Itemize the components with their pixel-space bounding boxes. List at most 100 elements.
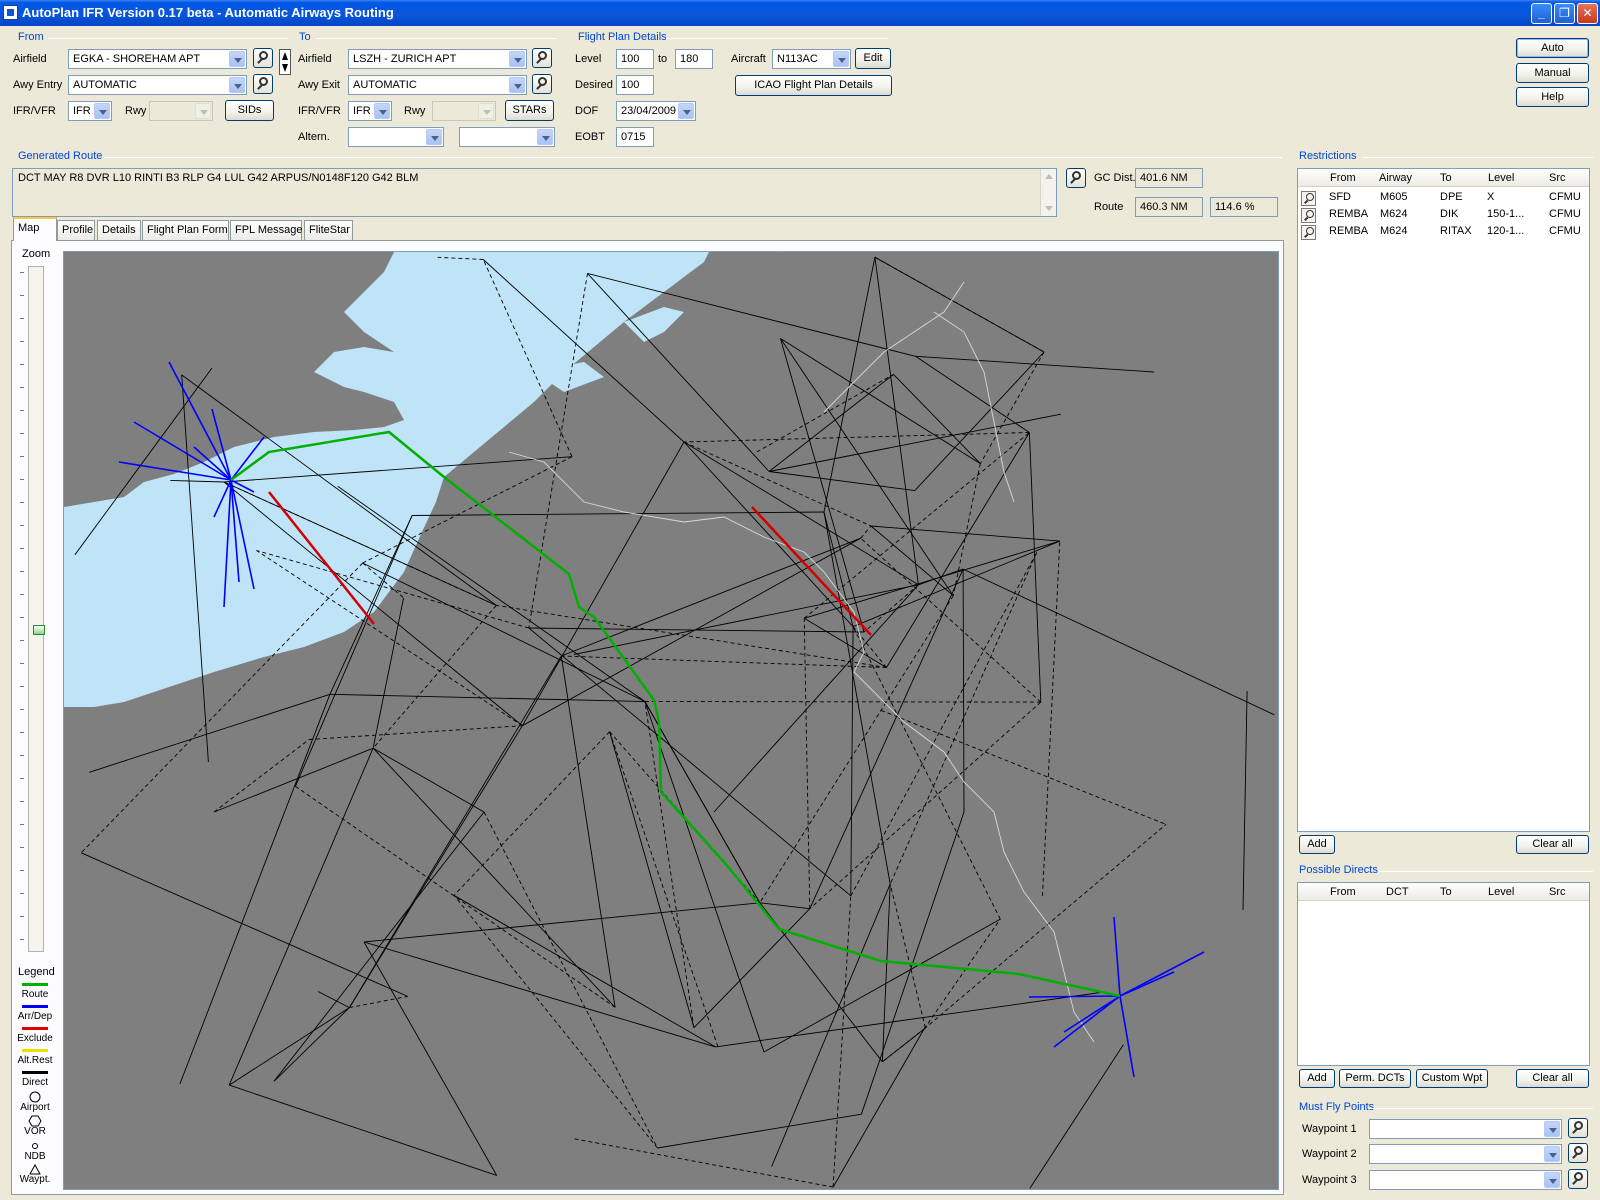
manual-button[interactable]: Manual [1516, 63, 1589, 83]
chevron-down-icon[interactable] [1544, 1172, 1560, 1188]
zoom-tick [20, 548, 24, 549]
table-row[interactable]: REMBA M624 RITAX 120-1... CFMU [1298, 223, 1589, 240]
restrictions-list[interactable]: From Airway To Level Src SFD M605 DPE X CFMU… [1297, 168, 1590, 832]
awy-entry-search-button[interactable] [253, 74, 273, 94]
zoom-tick [20, 479, 24, 480]
stars-button[interactable]: STARs [505, 100, 554, 121]
waypoint3-select[interactable] [1369, 1170, 1562, 1190]
chevron-down-icon[interactable] [229, 51, 245, 67]
chevron-down-icon[interactable] [229, 77, 245, 93]
zoom-tick [20, 709, 24, 710]
awy-exit-search-button[interactable] [532, 74, 552, 94]
aircraft-select[interactable]: N113AC [772, 49, 851, 69]
waypoint2-search-button[interactable] [1568, 1143, 1588, 1163]
tab-map[interactable]: Map [13, 217, 57, 241]
help-button[interactable]: Help [1516, 87, 1589, 107]
tab-profile[interactable]: Profile [57, 220, 95, 240]
chevron-down-icon[interactable] [94, 103, 110, 119]
chevron-down-icon[interactable] [833, 51, 849, 67]
to-rwy-select[interactable] [432, 101, 496, 121]
route-scrollbar[interactable] [1040, 169, 1056, 216]
waypoint1-select[interactable] [1369, 1119, 1562, 1139]
route-textarea[interactable]: DCT MAY R8 DVR L10 RINTI B3 RLP G4 LUL G… [12, 168, 1057, 217]
altern2-select[interactable] [459, 127, 555, 147]
directs-add-button[interactable]: Add [1299, 1069, 1335, 1088]
perm-dcts-button[interactable]: Perm. DCTs [1339, 1069, 1411, 1088]
sids-button[interactable]: SIDs [225, 100, 274, 121]
waypoint2-select[interactable] [1369, 1144, 1562, 1164]
magnifier-icon[interactable] [1301, 225, 1316, 240]
chevron-down-icon[interactable] [509, 77, 525, 93]
chevron-down-icon[interactable] [1544, 1146, 1560, 1162]
exclude-line-swatch [22, 1027, 48, 1030]
desired-level-field[interactable]: 100 [616, 75, 654, 95]
tab-fpl-message[interactable]: FPL Message [230, 220, 302, 240]
waypoint1-search-button[interactable] [1568, 1118, 1588, 1138]
maximize-button[interactable]: ❐ [1554, 3, 1575, 24]
restrictions-clear-all-button[interactable]: Clear all [1516, 835, 1589, 854]
level-to-field[interactable]: 180 [675, 49, 713, 69]
auto-button[interactable]: Auto [1516, 38, 1589, 58]
scroll-up-icon[interactable] [1045, 174, 1053, 179]
zoom-tick [20, 893, 24, 894]
chevron-down-icon[interactable] [1544, 1121, 1560, 1137]
possible-directs-list[interactable]: From DCT To Level Src [1297, 882, 1590, 1066]
to-airfield-search-button[interactable] [532, 48, 552, 68]
magnifier-icon[interactable] [1301, 208, 1316, 223]
from-ifrvfr-select[interactable]: IFR [68, 101, 112, 121]
scroll-down-icon[interactable] [1045, 206, 1053, 211]
edit-aircraft-button[interactable]: Edit [855, 48, 891, 69]
minimize-button[interactable]: _ [1531, 3, 1552, 24]
icao-flightplan-button[interactable]: ICAO Flight Plan Details [735, 75, 892, 96]
awy-entry-select[interactable]: AUTOMATIC [68, 75, 247, 95]
tab-flightplan-form[interactable]: Flight Plan Form [142, 220, 229, 240]
from-airfield-select[interactable]: EGKA - SHOREHAM APT [68, 49, 247, 69]
to-airfield-select[interactable]: LSZH - ZURICH APT [348, 49, 527, 69]
chevron-down-icon[interactable] [678, 103, 694, 119]
table-row[interactable]: REMBA M624 DIK 150-1... CFMU [1298, 206, 1589, 223]
aircraft-label: Aircraft [731, 53, 766, 65]
to-ifrvfr-select[interactable]: IFR [348, 101, 392, 121]
map-canvas[interactable] [64, 252, 1279, 1190]
awy-entry-label: Awy Entry [13, 79, 63, 91]
restrictions-add-button[interactable]: Add [1299, 835, 1335, 854]
legend-route: Route [14, 981, 56, 1001]
arrow-down-icon [282, 64, 288, 72]
swap-airfields-button[interactable] [279, 49, 291, 75]
from-airfield-search-button[interactable] [253, 48, 273, 68]
table-row[interactable]: SFD M605 DPE X CFMU [1298, 189, 1589, 206]
altern1-select[interactable] [348, 127, 444, 147]
route-search-button[interactable] [1066, 168, 1086, 188]
zoom-slider-thumb[interactable] [33, 625, 45, 635]
waypoint3-search-button[interactable] [1568, 1169, 1588, 1189]
zoom-tick [20, 387, 24, 388]
magnifier-icon[interactable] [1301, 191, 1316, 206]
from-heading: From [18, 31, 44, 43]
awy-exit-select[interactable]: AUTOMATIC [348, 75, 527, 95]
custom-waypoint-button[interactable]: Custom Wpt [1416, 1069, 1488, 1088]
chevron-down-icon[interactable] [426, 129, 442, 145]
flightplan-divider [666, 38, 888, 39]
route-dist-label: Route [1094, 201, 1124, 213]
zoom-slider[interactable] [28, 266, 45, 952]
airway-map[interactable] [63, 251, 1279, 1190]
route-line-swatch [22, 983, 48, 986]
chevron-down-icon[interactable] [537, 129, 553, 145]
dof-date-picker[interactable]: 23/04/2009 [616, 101, 696, 121]
zoom-tick [20, 755, 24, 756]
arrdep-line-swatch [22, 1005, 48, 1008]
app-icon[interactable] [3, 5, 18, 20]
zoom-tick [20, 732, 24, 733]
eobt-field[interactable]: 0715 [616, 127, 654, 147]
directs-clear-all-button[interactable]: Clear all [1516, 1069, 1589, 1088]
tab-details[interactable]: Details [97, 220, 141, 240]
ndb-icon [32, 1143, 38, 1149]
zoom-tick [20, 640, 24, 641]
chevron-down-icon[interactable] [509, 51, 525, 67]
close-button[interactable]: ✕ [1577, 3, 1598, 24]
level-from-field[interactable]: 100 [616, 49, 654, 69]
from-rwy-select[interactable] [149, 101, 213, 121]
level-to-label: to [658, 53, 668, 65]
chevron-down-icon[interactable] [374, 103, 390, 119]
tab-flitestar[interactable]: FliteStar [304, 220, 353, 240]
